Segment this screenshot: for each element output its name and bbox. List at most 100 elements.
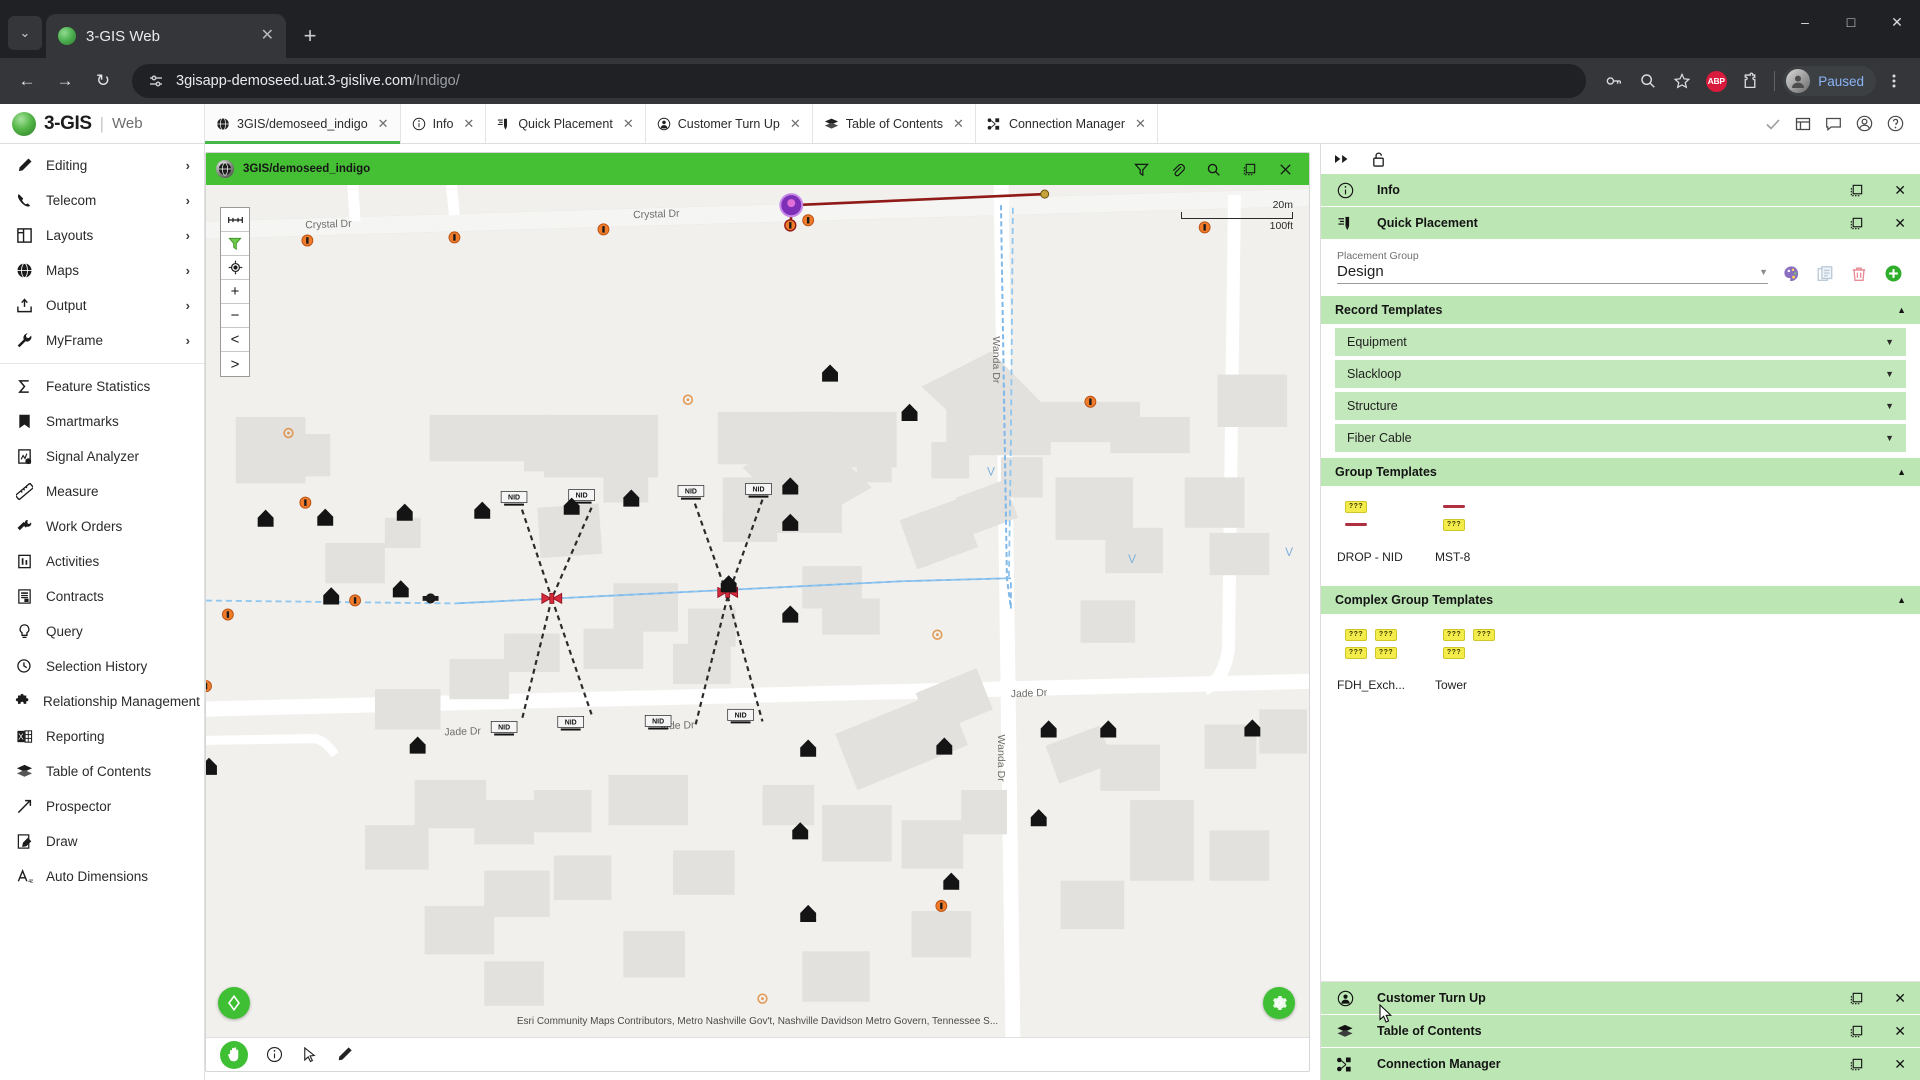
subsection-equipment[interactable]: Equipment ▼ bbox=[1335, 328, 1906, 356]
delete-group-icon[interactable] bbox=[1848, 265, 1870, 283]
app-tab-customer-turn-up[interactable]: Customer Turn Up ✕ bbox=[646, 104, 813, 143]
attachment-icon[interactable] bbox=[1164, 162, 1191, 177]
panel-header-connection-manager[interactable]: Connection Manager ✕ bbox=[1321, 1048, 1920, 1080]
section-complex-group-templates[interactable]: Complex Group Templates ▲ bbox=[1321, 586, 1920, 614]
add-group-icon[interactable] bbox=[1882, 264, 1904, 283]
recenter-icon[interactable] bbox=[218, 987, 250, 1019]
copy-group-icon[interactable] bbox=[1814, 265, 1836, 283]
close-icon[interactable]: ✕ bbox=[1894, 1023, 1906, 1040]
chat-icon[interactable] bbox=[1825, 116, 1842, 132]
search-icon[interactable] bbox=[1632, 65, 1664, 97]
reload-button[interactable]: ↻ bbox=[86, 64, 120, 98]
identify-tool[interactable] bbox=[266, 1046, 283, 1063]
sidebar-item-telecom[interactable]: Telecom › bbox=[0, 183, 204, 218]
subsection-fiber-cable[interactable]: Fiber Cable ▼ bbox=[1335, 424, 1906, 452]
search-icon[interactable] bbox=[1200, 162, 1227, 177]
palette-icon[interactable] bbox=[1780, 264, 1802, 283]
close-icon[interactable]: ✕ bbox=[1894, 182, 1906, 199]
group-template-mst-8[interactable]: ??? MST-8 bbox=[1435, 500, 1523, 564]
group-template-drop-nid[interactable]: ??? DROP - NID bbox=[1337, 500, 1425, 564]
close-icon[interactable]: ✕ bbox=[463, 116, 474, 132]
sidebar-item-signal-analyzer[interactable]: Signal Analyzer bbox=[0, 439, 204, 474]
popout-icon[interactable] bbox=[1849, 183, 1864, 198]
panel-header-table-of-contents[interactable]: Table of Contents ✕ bbox=[1321, 1015, 1920, 1047]
placement-group-select[interactable]: Design ▼ bbox=[1337, 263, 1768, 284]
popout-icon[interactable] bbox=[1236, 162, 1263, 177]
close-icon[interactable]: ✕ bbox=[1894, 990, 1906, 1007]
sidebar-item-auto-dimensions[interactable]: 480 Auto Dimensions bbox=[0, 859, 204, 894]
profile-chip[interactable]: Paused bbox=[1783, 66, 1876, 96]
subsection-structure[interactable]: Structure ▼ bbox=[1335, 392, 1906, 420]
sidebar-item-table-of-contents[interactable]: Table of Contents bbox=[0, 754, 204, 789]
section-group-templates[interactable]: Group Templates ▲ bbox=[1321, 458, 1920, 486]
close-icon[interactable]: ✕ bbox=[378, 116, 389, 132]
check-icon[interactable] bbox=[1765, 116, 1781, 132]
map-canvas[interactable]: Crystal Dr Crystal Dr Jade Dr Jade Dr Ja… bbox=[206, 185, 1309, 1037]
popout-icon[interactable] bbox=[1849, 991, 1864, 1006]
unlock-icon[interactable] bbox=[1371, 151, 1386, 168]
account-icon[interactable] bbox=[1856, 115, 1873, 132]
sidebar-item-layouts[interactable]: Layouts › bbox=[0, 218, 204, 253]
sidebar-item-relationship-management[interactable]: Relationship Management bbox=[0, 684, 204, 719]
close-icon[interactable]: ✕ bbox=[1135, 116, 1146, 132]
close-icon[interactable]: ✕ bbox=[1894, 1056, 1906, 1073]
help-icon[interactable] bbox=[1887, 115, 1904, 132]
address-bar[interactable]: 3gisapp-demoseed.uat.3-gislive.com/Indig… bbox=[132, 64, 1586, 98]
locate-tool[interactable] bbox=[221, 256, 249, 280]
puzzle-icon[interactable] bbox=[1734, 65, 1766, 97]
minimize-button[interactable]: – bbox=[1782, 0, 1828, 44]
app-tab-map[interactable]: 3GIS/demoseed_indigo ✕ bbox=[205, 104, 401, 143]
back-button[interactable]: ← bbox=[10, 64, 44, 98]
sidebar-item-query[interactable]: Query bbox=[0, 614, 204, 649]
popout-icon[interactable] bbox=[1849, 1057, 1864, 1072]
list-icon[interactable] bbox=[1795, 116, 1811, 132]
popout-icon[interactable] bbox=[1849, 1024, 1864, 1039]
sidebar-item-work-orders[interactable]: Work Orders bbox=[0, 509, 204, 544]
sidebar-item-selection-history[interactable]: Selection History bbox=[0, 649, 204, 684]
maximize-button[interactable]: □ bbox=[1828, 0, 1874, 44]
zoom-in-tool[interactable]: + bbox=[221, 280, 249, 304]
pan-tool[interactable] bbox=[220, 1041, 248, 1069]
panel-header-info[interactable]: Info ✕ bbox=[1321, 174, 1920, 206]
close-window-button[interactable]: ✕ bbox=[1874, 0, 1920, 44]
sidebar-item-output[interactable]: Output › bbox=[0, 288, 204, 323]
prev-extent-tool[interactable]: < bbox=[221, 328, 249, 352]
tab-search-button[interactable]: ⌄ bbox=[8, 16, 42, 50]
complex-template-fdh-exch[interactable]: ??? ??? ??? ??? FDH_Exch... bbox=[1337, 628, 1425, 692]
collapse-panel-icon[interactable] bbox=[1335, 153, 1351, 165]
sidebar-item-reporting[interactable]: X Reporting bbox=[0, 719, 204, 754]
edit-tool[interactable] bbox=[336, 1046, 353, 1063]
sidebar-item-myframe[interactable]: MyFrame › bbox=[0, 323, 204, 358]
close-icon[interactable]: ✕ bbox=[953, 116, 964, 132]
site-settings-icon[interactable] bbox=[148, 73, 164, 89]
app-tab-info[interactable]: Info ✕ bbox=[401, 104, 487, 143]
sidebar-item-activities[interactable]: Activities bbox=[0, 544, 204, 579]
sidebar-item-draw[interactable]: Draw bbox=[0, 824, 204, 859]
browser-tab[interactable]: 3-GIS Web ✕ bbox=[46, 14, 286, 58]
filter-tool[interactable] bbox=[221, 232, 249, 256]
star-icon[interactable] bbox=[1666, 65, 1698, 97]
app-tab-table-of-contents[interactable]: Table of Contents ✕ bbox=[813, 104, 976, 143]
close-icon[interactable]: ✕ bbox=[790, 116, 801, 132]
app-tab-connection-manager[interactable]: Connection Manager ✕ bbox=[976, 104, 1158, 143]
zoom-out-tool[interactable]: − bbox=[221, 304, 249, 328]
forward-button[interactable]: → bbox=[48, 64, 82, 98]
kebab-menu-icon[interactable] bbox=[1878, 65, 1910, 97]
sidebar-item-smartmarks[interactable]: Smartmarks bbox=[0, 404, 204, 439]
new-tab-button[interactable]: + bbox=[294, 20, 326, 52]
close-icon[interactable] bbox=[1272, 162, 1299, 177]
panel-header-quick-placement[interactable]: Quick Placement ✕ bbox=[1321, 207, 1920, 239]
settings-gear-icon[interactable] bbox=[1263, 987, 1295, 1019]
close-icon[interactable]: ✕ bbox=[623, 116, 634, 132]
next-extent-tool[interactable]: > bbox=[221, 352, 249, 376]
filter-icon[interactable] bbox=[1128, 162, 1155, 177]
subsection-slackloop[interactable]: Slackloop ▼ bbox=[1335, 360, 1906, 388]
close-tab-icon[interactable]: ✕ bbox=[261, 28, 274, 44]
sidebar-item-feature-statistics[interactable]: Feature Statistics bbox=[0, 369, 204, 404]
measure-tool[interactable] bbox=[221, 208, 249, 232]
sidebar-item-prospector[interactable]: Prospector bbox=[0, 789, 204, 824]
sidebar-item-measure[interactable]: Measure bbox=[0, 474, 204, 509]
abp-extension-icon[interactable]: ABP bbox=[1700, 65, 1732, 97]
complex-template-tower[interactable]: ??? ??? ??? Tower bbox=[1435, 628, 1523, 692]
sidebar-item-editing[interactable]: Editing › bbox=[0, 148, 204, 183]
